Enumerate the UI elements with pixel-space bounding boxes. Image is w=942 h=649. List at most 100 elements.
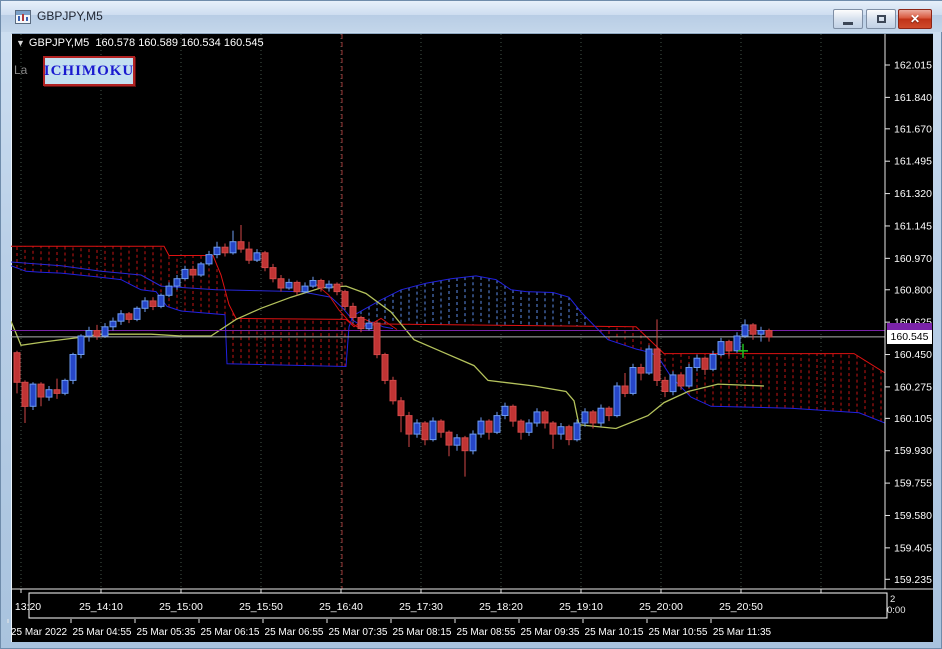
candle-bull: [214, 247, 220, 254]
time-label-row2[interactable]: 25 Mar 06:55: [265, 627, 324, 638]
time-label-row1[interactable]: 25_19:10: [559, 601, 603, 613]
candle-bull: [134, 308, 140, 319]
candle-bull: [86, 331, 92, 337]
candle-bull: [62, 380, 68, 393]
candle-bear: [278, 279, 284, 288]
candle-bull: [630, 368, 636, 394]
candle-bull: [174, 279, 180, 286]
time-label-row2[interactable]: 25 Mar 05:35: [137, 627, 196, 638]
partial-label-text: La: [14, 63, 27, 77]
candle-bull: [414, 423, 420, 434]
time-label-row2[interactable]: 25 Mar 10:55: [649, 627, 708, 638]
price-tick-label[interactable]: 159.580: [894, 510, 932, 522]
plot-area[interactable]: [11, 34, 885, 589]
time-label-row2[interactable]: 25 Mar 10:15: [585, 627, 644, 638]
candle-bear: [766, 331, 772, 338]
price-tick-label[interactable]: 161.495: [894, 156, 932, 168]
header-symbol: GBPJPY,M5: [29, 37, 89, 49]
ichimoku-label: ICHIMOKU: [44, 63, 135, 80]
candle-bull: [142, 301, 148, 308]
time-label-row2[interactable]: 25 Mar 09:35: [521, 627, 580, 638]
candle-bull: [598, 408, 604, 423]
app-window: GBPJPY,M5 ✕ 162.015161.840161.670161.495…: [0, 0, 942, 649]
candle-bear: [270, 268, 276, 279]
candle-bear: [222, 247, 228, 253]
candle-bear: [606, 408, 612, 415]
time-label-row1[interactable]: 25_18:20: [479, 601, 523, 613]
price-tick-label[interactable]: 159.235: [894, 574, 932, 586]
candle-bull: [494, 416, 500, 433]
ichimoku-label-box[interactable]: ICHIMOKU: [43, 56, 135, 86]
candle-bear: [438, 421, 444, 432]
candle-bull: [230, 242, 236, 253]
candle-bear: [550, 423, 556, 434]
price-tick-label[interactable]: 160.800: [894, 284, 932, 296]
price-tick-label[interactable]: 161.840: [894, 92, 932, 104]
candle-bear: [406, 416, 412, 435]
candle-bull: [198, 264, 204, 275]
ohlc-header: ▼GBPJPY,M5 160.578 160.589 160.534 160.5…: [16, 37, 264, 49]
candle-bull: [742, 325, 748, 336]
candle-bear: [150, 301, 156, 307]
candle-bear: [390, 380, 396, 400]
candle-bear: [14, 353, 20, 383]
candle-bull: [286, 282, 292, 288]
price-tick-label[interactable]: 162.015: [894, 60, 932, 72]
candle-bear: [678, 375, 684, 386]
time-label-row1[interactable]: 25_15:50: [239, 601, 283, 613]
chevron-down-icon: ▼: [16, 38, 25, 48]
time-label-row1[interactable]: 25_20:00: [639, 601, 683, 613]
price-tick-label[interactable]: 159.755: [894, 478, 932, 490]
candle-bear: [22, 382, 28, 406]
time-label-row1[interactable]: 25_17:30: [399, 601, 443, 613]
time-label-row2[interactable]: 25 Mar 04:55: [73, 627, 132, 638]
time-label-row2[interactable]: 25 Mar 11:35: [713, 627, 772, 638]
candle-bull: [110, 321, 116, 327]
time-label-row1[interactable]: 25_14:10: [79, 601, 123, 613]
time-label-row1[interactable]: 25_15:00: [159, 601, 203, 613]
candle-bull: [46, 390, 52, 397]
candle-bull: [534, 412, 540, 423]
candle-bull: [526, 423, 532, 432]
price-tick-label[interactable]: 160.450: [894, 349, 932, 361]
candle-bull: [158, 295, 164, 306]
candle-bull: [718, 342, 724, 355]
time-label-row2[interactable]: 25 Mar 2022: [11, 627, 68, 638]
price-tick-label[interactable]: 159.930: [894, 445, 932, 457]
price-tick-label[interactable]: 161.320: [894, 188, 932, 200]
senkou-span-a-line: [11, 266, 885, 423]
time-label-row2[interactable]: 25 Mar 08:15: [393, 627, 452, 638]
time-label-row2[interactable]: 25 Mar 07:35: [329, 627, 388, 638]
candle-bear: [334, 284, 340, 291]
candle-bear: [318, 281, 324, 288]
candle-bull: [686, 368, 692, 387]
candle-bear: [590, 412, 596, 423]
axis-corner-text-top: 2: [890, 594, 895, 605]
price-tick-label[interactable]: 159.405: [894, 542, 932, 554]
time-label-row1[interactable]: 25_20:50: [719, 601, 763, 613]
price-tick-label[interactable]: 161.145: [894, 220, 932, 232]
price-tick-label[interactable]: 160.105: [894, 413, 932, 425]
time-label-row1[interactable]: 13:20: [15, 601, 41, 613]
candle-bull: [574, 423, 580, 440]
candle-bull: [614, 386, 620, 416]
candle-bull: [102, 327, 108, 336]
chart-canvas[interactable]: 162.015 161.840 161.670 161.495 161.320 161.1…: [1, 1, 942, 649]
time-label-row2[interactable]: 25 Mar 08:55: [457, 627, 516, 638]
price-tick-label[interactable]: 160.275: [894, 381, 932, 393]
time-label-row1[interactable]: 25_16:40: [319, 601, 363, 613]
candle-bear: [622, 386, 628, 393]
candle-bear: [262, 253, 268, 268]
price-tick-label[interactable]: 160.970: [894, 253, 932, 265]
candle-bull: [302, 286, 308, 292]
price-tick-label[interactable]: 161.670: [894, 123, 932, 135]
candle-bear: [398, 401, 404, 416]
candle-bear: [654, 349, 660, 380]
candle-bull: [734, 336, 740, 351]
candle-bear: [486, 421, 492, 432]
axis-corner-text-bottom: 0:00: [887, 605, 906, 616]
time-label-row2[interactable]: 25 Mar 06:15: [201, 627, 260, 638]
candle-bull: [454, 438, 460, 445]
candle-bear: [422, 423, 428, 440]
candle-bear: [510, 406, 516, 421]
